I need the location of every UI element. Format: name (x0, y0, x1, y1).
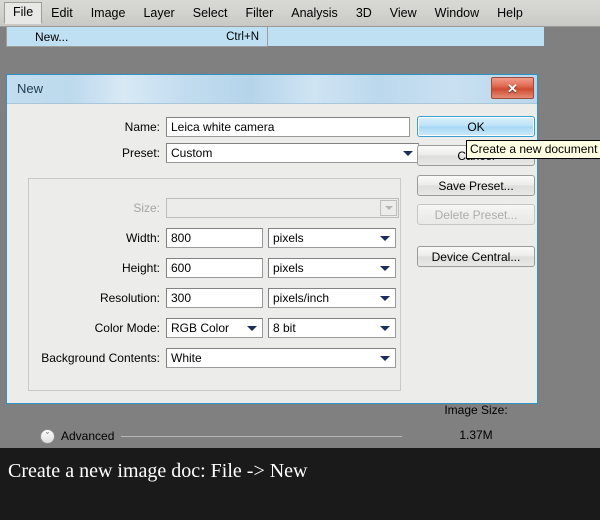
chevron-down-icon (247, 326, 257, 331)
menu-item-window[interactable]: Window (426, 3, 488, 24)
menu-item-analysis[interactable]: Analysis (282, 3, 347, 24)
color-mode-select[interactable]: RGB Color (166, 318, 263, 338)
chevron-down-icon (380, 356, 390, 361)
chevron-down-icon (403, 151, 413, 156)
resolution-unit-value: pixels/inch (273, 291, 330, 305)
caption-text: Create a new image doc: File -> New (8, 460, 308, 482)
color-mode-value: RGB Color (171, 321, 230, 335)
color-depth-value: 8 bit (273, 321, 296, 335)
color-mode-row: Color Mode: RGB Color 8 bit (37, 318, 396, 338)
resolution-label: Resolution: (99, 291, 160, 305)
name-input[interactable]: Leica white camera (166, 117, 410, 137)
device-central-button[interactable]: Device Central... (417, 246, 535, 267)
menu-option-new-shortcut: Ctrl+N (226, 30, 259, 43)
image-size-label: Image Size: (444, 403, 508, 417)
name-row: Name: Leica white camera (90, 117, 410, 137)
menu-item-help[interactable]: Help (488, 3, 532, 24)
chevron-down-icon (380, 200, 397, 216)
screenshot-root: File Edit Image Layer Select Filter Anal… (0, 0, 600, 520)
height-unit-value: pixels (273, 261, 304, 275)
menu-item-image[interactable]: Image (82, 3, 135, 24)
name-label: Name: (124, 120, 160, 134)
advanced-section-row[interactable]: ˇ Advanced (40, 428, 402, 444)
advanced-label: Advanced (61, 429, 115, 443)
new-document-dialog: New ✕ Name: Leica white camera Preset: C… (6, 74, 538, 444)
close-icon[interactable]: ✕ (491, 77, 534, 99)
resolution-row: Resolution: 300 pixels/inch (37, 288, 396, 308)
preset-select-value: Custom (171, 146, 213, 160)
size-label: Size: (133, 201, 160, 215)
background-contents-value: White (171, 351, 202, 365)
menu-option-new-label: New... (35, 29, 69, 44)
dialog-title-bar[interactable]: New ✕ (7, 75, 537, 104)
chevron-down-circle-icon[interactable]: ˇ (40, 428, 55, 444)
height-row: Height: 600 pixels (37, 258, 396, 278)
height-label: Height: (121, 261, 160, 275)
width-label: Width: (125, 231, 160, 245)
width-unit-select[interactable]: pixels (268, 228, 396, 248)
color-mode-label: Color Mode: (94, 321, 160, 335)
chevron-down-icon (380, 326, 390, 331)
size-row: Size: (37, 198, 399, 218)
dialog-body: Name: Leica white camera Preset: Custom … (7, 105, 537, 444)
preset-label: Preset: (121, 146, 160, 160)
ok-button[interactable]: OK (417, 116, 535, 137)
menu-item-filter[interactable]: Filter (236, 3, 282, 24)
menu-bar: File Edit Image Layer Select Filter Anal… (0, 0, 600, 27)
save-preset-button[interactable]: Save Preset... (417, 175, 535, 196)
background-contents-row: Background Contents: White (37, 348, 396, 368)
caption-bar: Create a new image doc: File -> New (0, 448, 600, 520)
color-depth-select[interactable]: 8 bit (268, 318, 396, 338)
background-contents-select[interactable]: White (166, 348, 396, 368)
chevron-down-icon (380, 236, 390, 241)
height-input[interactable]: 600 (166, 258, 263, 278)
dialog-title: New (17, 81, 44, 96)
menu-item-select[interactable]: Select (184, 3, 237, 24)
menu-item-view[interactable]: View (381, 3, 426, 24)
resolution-input[interactable]: 300 (166, 288, 263, 308)
background-contents-label: Background Contents: (41, 351, 160, 365)
close-icon-glyph: ✕ (507, 80, 518, 96)
width-unit-value: pixels (273, 231, 304, 245)
delete-preset-button: Delete Preset... (417, 204, 535, 225)
advanced-toggle-glyph: ˇ (46, 430, 49, 441)
chevron-down-icon (380, 296, 390, 301)
resolution-unit-select[interactable]: pixels/inch (268, 288, 396, 308)
preset-row: Preset: Custom (37, 143, 419, 163)
menu-item-3d[interactable]: 3D (347, 3, 381, 24)
tooltip: Create a new document (466, 140, 600, 159)
menu-item-edit[interactable]: Edit (42, 3, 82, 24)
menu-item-file[interactable]: File (4, 2, 43, 24)
height-unit-select[interactable]: pixels (268, 258, 396, 278)
menu-item-layer[interactable]: Layer (134, 3, 183, 24)
width-input[interactable]: 800 (166, 228, 263, 248)
preset-select[interactable]: Custom (166, 143, 419, 163)
size-select (166, 198, 399, 218)
menu-option-new[interactable]: New... Ctrl+N (7, 27, 267, 46)
width-row: Width: 800 pixels (37, 228, 396, 248)
image-size-value: 1.37M (459, 428, 493, 442)
chevron-down-icon (380, 266, 390, 271)
file-dropdown-menu: New... Ctrl+N (6, 27, 268, 47)
advanced-divider (121, 435, 402, 437)
